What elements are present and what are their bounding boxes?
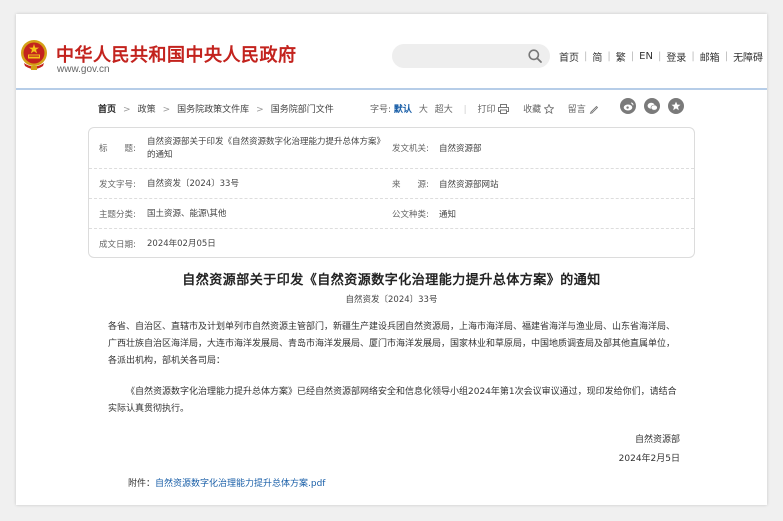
article-paragraph: 《自然资源数字化治理能力提升总体方案》已经自然资源部网络安全和信息化领导小组20… bbox=[108, 387, 677, 414]
favorite-button[interactable]: 收藏 bbox=[523, 103, 557, 115]
article-doc-number: 自然资发〔2024〕33号 bbox=[345, 295, 438, 305]
nav-divider: | bbox=[607, 51, 611, 62]
nav-divider: | bbox=[691, 51, 695, 62]
article-signer: 自然资源部 bbox=[634, 435, 680, 445]
star-outline-icon bbox=[543, 103, 555, 115]
attachment-link[interactable]: 自然资源数字化治理能力提升总体方案.pdf bbox=[155, 479, 325, 489]
breadcrumb-separator: > bbox=[162, 105, 171, 115]
pencil-icon bbox=[589, 105, 598, 114]
breadcrumb-separator: > bbox=[123, 105, 131, 115]
info-row: 主题分类: 国土资源、能源\其他 公文种类: 通知 bbox=[89, 199, 694, 229]
favorite-label: 收藏 bbox=[523, 105, 542, 115]
doctype-value: 通知 bbox=[439, 210, 457, 220]
title-value: 自然资源部关于印发《自然资源数字化治理能力提升总体方案》的通知 bbox=[147, 137, 386, 160]
page: 中华人民共和国中央人民政府 www.gov.cn 首页 | 简 | 繁 | EN… bbox=[16, 14, 767, 505]
top-nav: 首页 | 简 | 繁 | EN | 登录 | 邮箱 | 无障碍 bbox=[559, 49, 763, 64]
nav-divider: | bbox=[584, 51, 588, 62]
nav-mail[interactable]: 邮箱 bbox=[700, 49, 720, 64]
breadcrumb-policy-library[interactable]: 国务院政策文件库 bbox=[177, 105, 249, 115]
doctype-label: 公文种类: bbox=[392, 210, 429, 220]
date-value: 2024年02月05日 bbox=[147, 239, 216, 249]
issuer-value: 自然资源部 bbox=[439, 144, 482, 154]
attachment: 附件：自然资源数字化治理能力提升总体方案.pdf bbox=[128, 476, 325, 489]
font-size-large[interactable]: 大 bbox=[419, 105, 428, 115]
issuer-label: 发文机关: bbox=[392, 144, 429, 154]
weibo-icon[interactable] bbox=[620, 98, 636, 114]
breadcrumb-policy[interactable]: 政策 bbox=[138, 105, 156, 115]
article-paragraph: 各省、自治区、直辖市及计划单列市自然资源主管部门，新疆生产建设兵团自然资源局，上… bbox=[108, 322, 676, 366]
attachment-label: 附件： bbox=[128, 479, 156, 489]
topic-label: 主题分类: bbox=[99, 210, 136, 220]
docno-label: 发文字号: bbox=[99, 180, 136, 190]
info-row: 成文日期: 2024年02月05日 bbox=[89, 229, 694, 259]
title-label: 标 题: bbox=[99, 144, 136, 154]
national-emblem-icon[interactable] bbox=[19, 39, 49, 71]
site-header: 中华人民共和国中央人民政府 www.gov.cn 首页 | 简 | 繁 | EN… bbox=[16, 14, 767, 90]
search-input[interactable] bbox=[392, 44, 550, 68]
article-title: 自然资源部关于印发《自然资源数字化治理能力提升总体方案》的通知 bbox=[182, 273, 601, 288]
source-value: 自然资源部网站 bbox=[439, 180, 499, 190]
breadcrumb-department-docs[interactable]: 国务院部门文件 bbox=[271, 105, 334, 115]
nav-traditional[interactable]: 繁 bbox=[616, 49, 626, 64]
printer-icon bbox=[498, 104, 510, 114]
date-label: 成文日期: bbox=[99, 240, 136, 250]
tools-divider: | bbox=[463, 105, 467, 115]
print-label: 打印 bbox=[477, 105, 496, 115]
breadcrumb: 首页 > 政策 > 国务院政策文件库 > 国务院部门文件 bbox=[98, 102, 334, 115]
document-info-table: 标 题: 自然资源部关于印发《自然资源数字化治理能力提升总体方案》的通知 发文机… bbox=[88, 127, 695, 258]
nav-login[interactable]: 登录 bbox=[666, 49, 686, 64]
print-button[interactable]: 打印 bbox=[477, 104, 513, 115]
nav-divider: | bbox=[724, 51, 729, 62]
nav-simplified[interactable]: 简 bbox=[592, 49, 602, 64]
font-size-xlarge[interactable]: 超大 bbox=[435, 105, 453, 115]
article-tools: 字号: 默认 大 超大 | 打印 收藏 留言 bbox=[370, 102, 599, 115]
nav-divider: | bbox=[657, 51, 662, 62]
breadcrumb-separator: > bbox=[256, 105, 264, 115]
topic-value: 国土资源、能源\其他 bbox=[147, 209, 227, 219]
font-size-default[interactable]: 默认 bbox=[394, 105, 412, 115]
breadcrumb-home[interactable]: 首页 bbox=[98, 105, 116, 115]
comment-label: 留言 bbox=[567, 105, 586, 115]
nav-accessibility[interactable]: 无障碍 bbox=[733, 49, 763, 64]
info-row: 标 题: 自然资源部关于印发《自然资源数字化治理能力提升总体方案》的通知 发文机… bbox=[89, 128, 694, 169]
site-url: www.gov.cn bbox=[57, 64, 110, 75]
comment-button[interactable]: 留言 bbox=[568, 105, 599, 115]
nav-divider: | bbox=[630, 51, 635, 62]
breadcrumb-bar: 首页 > 政策 > 国务院政策文件库 > 国务院部门文件 字号: 默认 大 超大 | 打印 … bbox=[98, 98, 698, 118]
nav-english[interactable]: EN bbox=[639, 51, 653, 62]
source-label: 来 源: bbox=[392, 180, 429, 190]
article-sign-date: 2024年2月5日 bbox=[618, 454, 680, 464]
nav-home[interactable]: 首页 bbox=[559, 49, 579, 64]
share-buttons bbox=[620, 98, 684, 114]
font-size-label: 字号: bbox=[370, 105, 392, 115]
wechat-icon[interactable] bbox=[644, 98, 660, 114]
star-icon[interactable] bbox=[668, 98, 684, 114]
search-icon[interactable] bbox=[527, 48, 543, 64]
info-row: 发文字号: 自然资发〔2024〕33号 来 源: 自然资源部网站 bbox=[89, 169, 694, 199]
docno-value: 自然资发〔2024〕33号 bbox=[147, 179, 239, 189]
